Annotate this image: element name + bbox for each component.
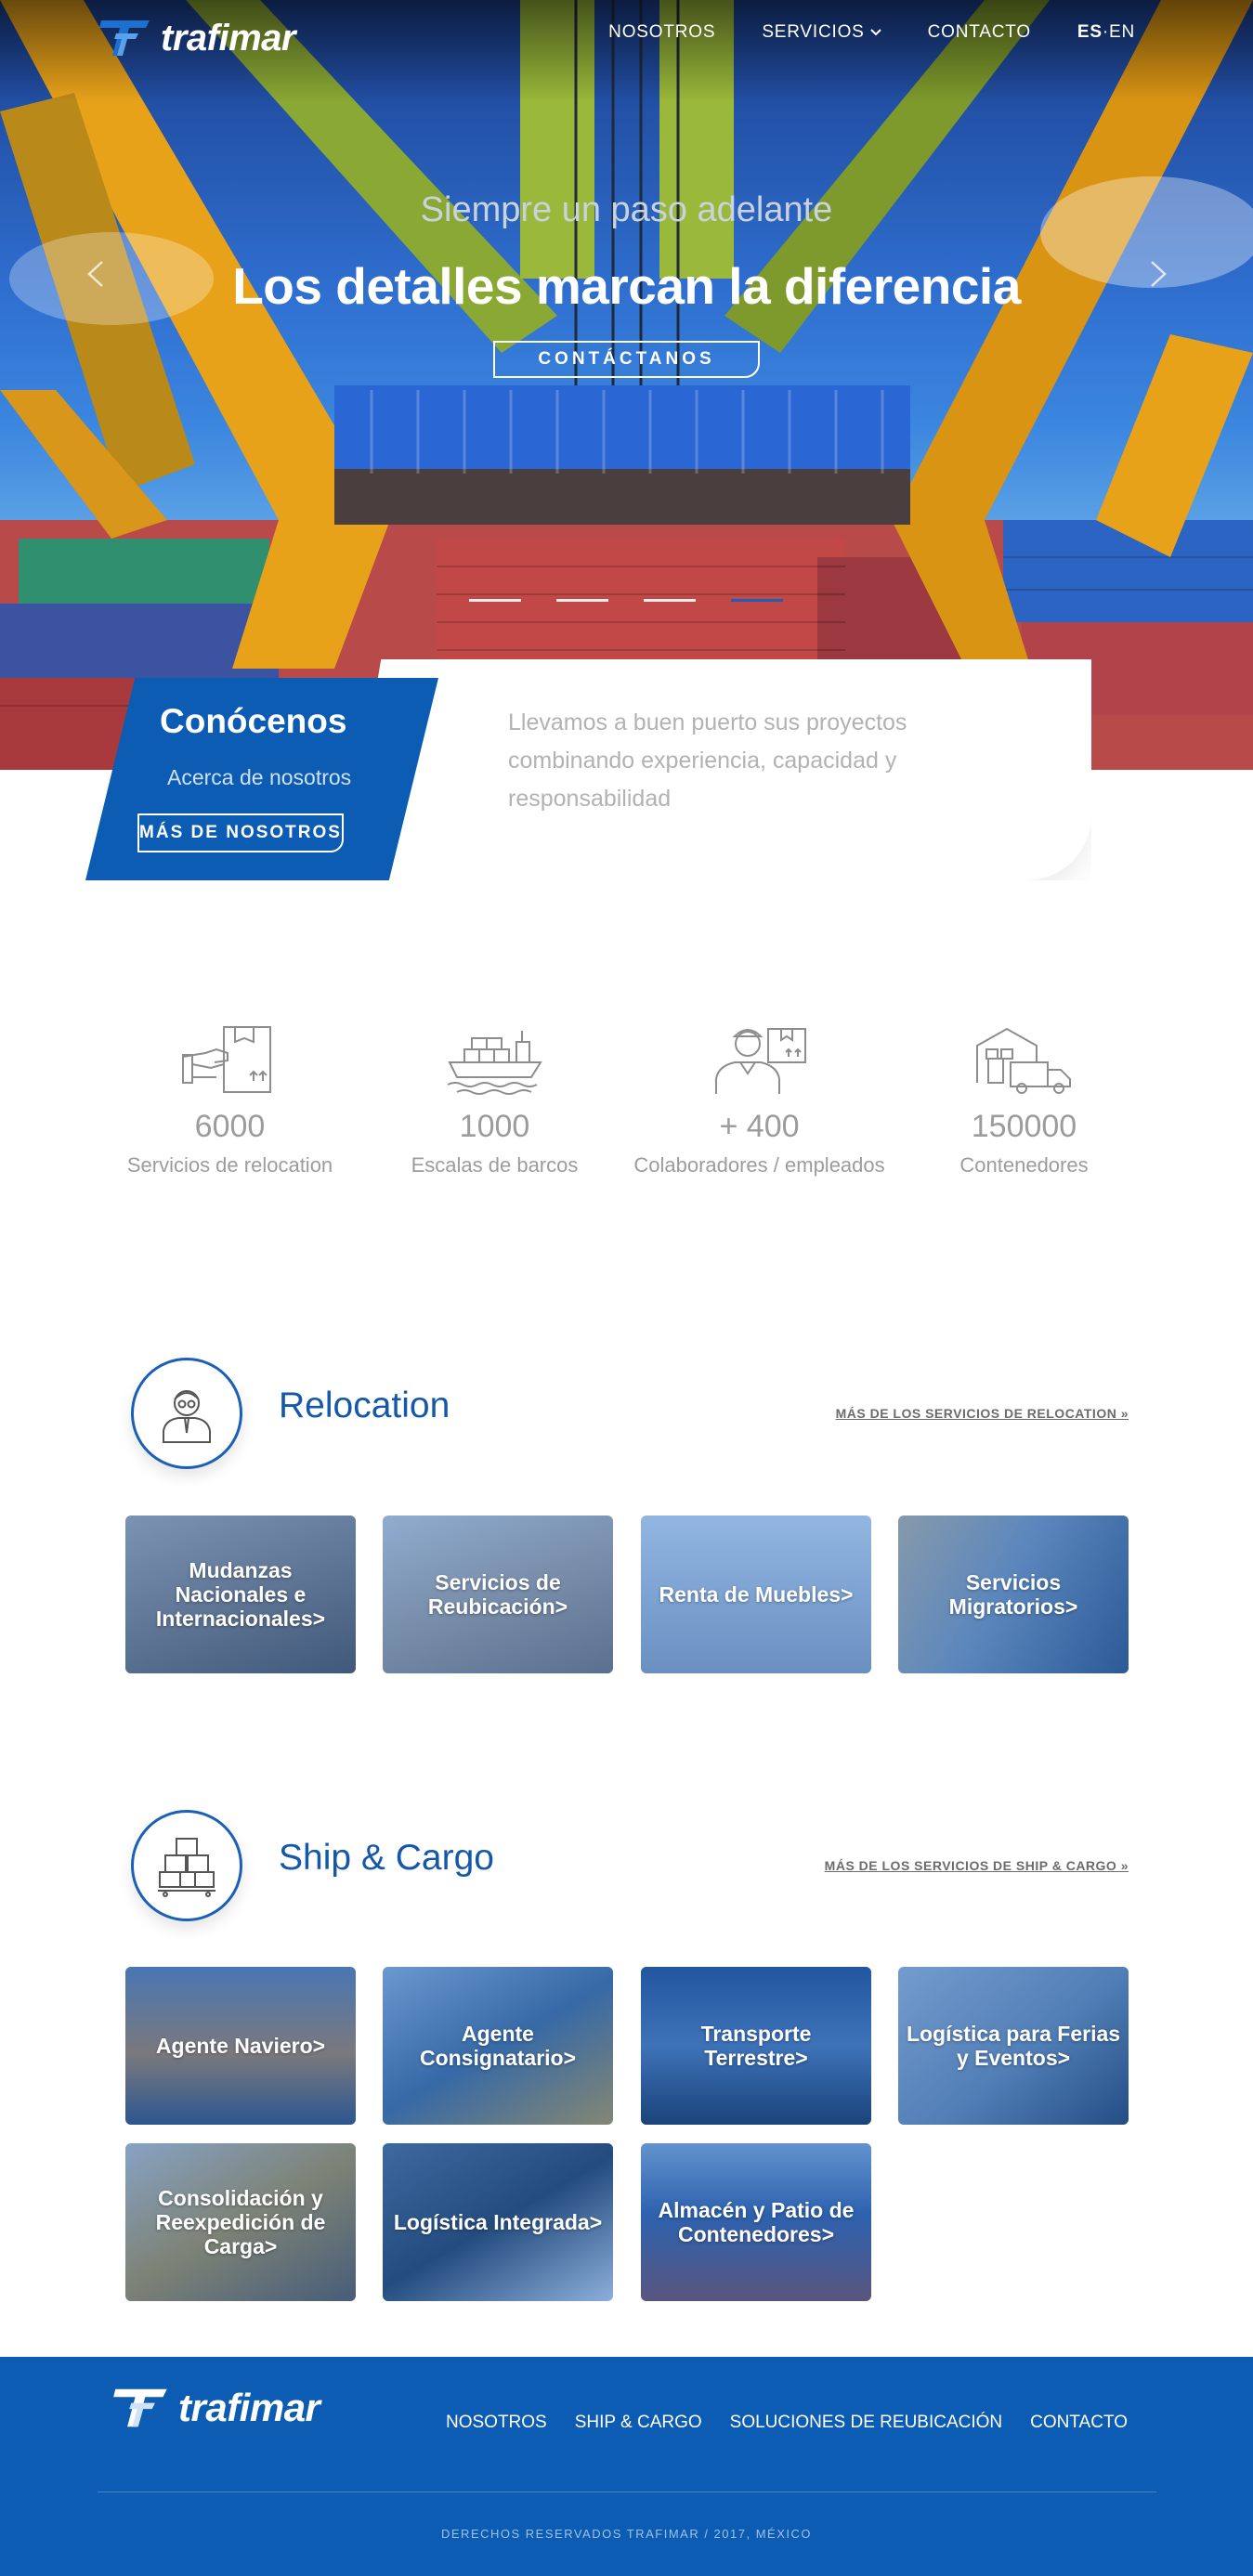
tile-reubicacion[interactable]: Servicios de Reubicación>	[383, 1516, 613, 1673]
page: trafimar NOSOTROS SERVICIOS CONTACTO ES·…	[0, 0, 1253, 2576]
footer-link-nosotros[interactable]: NOSOTROS	[446, 2413, 547, 2433]
header-logo[interactable]: trafimar	[98, 17, 295, 59]
logo-wordmark: trafimar	[161, 17, 295, 59]
tile-agente-naviero[interactable]: Agente Naviero>	[125, 1967, 356, 2125]
nav-item-servicios-label: SERVICIOS	[762, 22, 865, 42]
shipcargo-icon-circle	[131, 1810, 242, 1921]
stat-label: Colaboradores / empleados	[633, 1153, 885, 1177]
person-icon	[163, 1390, 211, 1443]
relocation-header: Relocation MÁS DE LOS SERVICIOS DE RELOC…	[125, 1358, 1129, 1488]
slider-dot[interactable]	[556, 599, 608, 602]
stat-ships: 1000 Escalas de barcos	[362, 1021, 627, 1177]
logo-wordmark: trafimar	[178, 2386, 320, 2429]
chevron-down-icon	[869, 29, 881, 36]
box-hand-icon	[181, 1026, 271, 1093]
about-subtitle: Acerca de nosotros	[167, 765, 352, 789]
tile-logistica-ferias[interactable]: Logística para Ferias y Eventos>	[898, 1967, 1129, 2125]
nav-item-servicios[interactable]: SERVICIOS	[762, 22, 881, 43]
relocation-title: Relocation	[279, 1386, 450, 1425]
trafimar-logo-icon	[113, 2388, 167, 2427]
slider-dot-active[interactable]	[731, 599, 783, 602]
relocation-more-link[interactable]: MÁS DE LOS SERVICIOS DE RELOCATION »	[836, 1406, 1129, 1421]
about-more-button[interactable]: MÁS DE NOSOTROS	[137, 813, 344, 852]
footer: trafimar NOSOTROS SHIP & CARGO SOLUCIONE…	[0, 2357, 1253, 2576]
about-title: Conócenos	[160, 702, 347, 740]
tile-label: Agente Naviero>	[155, 2034, 326, 2058]
stat-value: 6000	[194, 1109, 266, 1144]
stat-label: Contenedores	[959, 1153, 1089, 1177]
tile-label: Agente Consignatario>	[419, 2022, 577, 2070]
nav-item-contacto[interactable]: CONTACTO	[928, 22, 1031, 43]
footer-logo[interactable]: trafimar	[111, 2385, 320, 2431]
tile-consolidacion[interactable]: Consolidación y Reexpedición de Carga>	[125, 2143, 356, 2301]
hero-headline: Los detalles marcan la diferencia	[232, 257, 1021, 315]
tile-label: Consolidación y Reexpedición de Carga>	[155, 2186, 326, 2258]
stat-value: 1000	[459, 1109, 530, 1144]
footer-link-contacto[interactable]: CONTACTO	[1030, 2413, 1128, 2433]
shipcargo-title: Ship & Cargo	[279, 1838, 494, 1878]
footer-link-reubicacion[interactable]: SOLUCIONES DE REUBICACIÓN	[730, 2413, 1003, 2433]
hero-slider: trafimar NOSOTROS SERVICIOS CONTACTO ES·…	[0, 0, 1253, 770]
tile-renta-muebles[interactable]: Renta de Muebles>	[641, 1516, 871, 1673]
relocation-icon-circle	[131, 1358, 242, 1469]
footer-link-ship-cargo[interactable]: SHIP & CARGO	[575, 2413, 702, 2433]
warehouse-truck-icon	[975, 1027, 1071, 1094]
language-switch: ES·EN	[1077, 22, 1135, 43]
about-description: Llevamos a buen puerto sus proyectos com…	[508, 709, 907, 812]
tile-label: Mudanzas Nacionales e Internacionales>	[155, 1558, 326, 1631]
trafimar-logo-icon	[99, 20, 150, 56]
slider-dot[interactable]	[469, 599, 521, 602]
tile-almacen-patio[interactable]: Almacén y Patio de Contenedores>	[641, 2143, 871, 2301]
stat-label: Servicios de relocation	[126, 1153, 333, 1177]
hero-tagline: Siempre un paso adelante	[420, 190, 833, 229]
boxes-icon	[158, 1838, 215, 1897]
tile-agente-consignatario[interactable]: Agente Consignatario>	[383, 1967, 613, 2125]
stat-employees: + 400 Colaboradores / empleados	[627, 1021, 892, 1177]
tile-label: Logística para Ferias y Eventos>	[906, 2022, 1121, 2070]
tile-label: Renta de Muebles>	[659, 1582, 854, 1607]
stat-containers: 150000 Contenedores	[892, 1021, 1156, 1177]
stat-value: + 400	[719, 1109, 800, 1144]
tile-label: Servicios Migratorios>	[948, 1570, 1078, 1619]
tile-logistica-integrada[interactable]: Logística Integrada>	[383, 2143, 613, 2301]
slider-dots	[469, 599, 783, 602]
lang-separator: ·	[1102, 22, 1109, 42]
stat-relocation: 6000 Servicios de relocation	[98, 1021, 362, 1177]
hero-contact-button[interactable]: CONTÁCTANOS	[493, 341, 760, 378]
stat-value: 150000	[971, 1109, 1077, 1144]
chevron-left-icon[interactable]	[82, 260, 110, 288]
worker-icon	[714, 1028, 806, 1094]
shipcargo-header: Ship & Cargo MÁS DE LOS SERVICIOS DE SHI…	[125, 1810, 1129, 1940]
main-nav: NOSOTROS SERVICIOS CONTACTO ES·EN	[608, 22, 1135, 43]
lang-es[interactable]: ES	[1077, 22, 1103, 42]
chevron-right-icon[interactable]	[1144, 260, 1172, 288]
about-panel: Conócenos Acerca de nosotros MÁS DE NOSO…	[85, 678, 438, 880]
slider-dot[interactable]	[644, 599, 696, 602]
tile-mudanzas[interactable]: Mudanzas Nacionales e Internacionales>	[125, 1516, 356, 1673]
tile-label: Logística Integrada>	[393, 2210, 603, 2234]
tile-label: Servicios de Reubicación>	[427, 1570, 568, 1619]
lang-en[interactable]: EN	[1109, 22, 1135, 42]
shipcargo-more-link[interactable]: MÁS DE LOS SERVICIOS DE SHIP & CARGO »	[825, 1858, 1129, 1873]
tile-transporte-terrestre[interactable]: Transporte Terrestre>	[641, 1967, 871, 2125]
copyright: DERECHOS RESERVADOS TRAFIMAR / 2017, MÉX…	[441, 2527, 812, 2541]
hero-image-port-cranes	[0, 0, 1253, 770]
tile-label: Almacén y Patio de Contenedores>	[658, 2198, 855, 2246]
ship-icon	[447, 1031, 542, 1095]
stat-label: Escalas de barcos	[411, 1153, 579, 1177]
footer-divider	[98, 2491, 1156, 2492]
footer-nav: NOSOTROS SHIP & CARGO SOLUCIONES DE REUB…	[446, 2413, 1128, 2433]
stats-row: 6000 Servicios de relocation 1000 Escala…	[98, 1021, 1156, 1177]
tile-migratorios[interactable]: Servicios Migratorios>	[898, 1516, 1129, 1673]
tile-label: Transporte Terrestre>	[700, 2022, 812, 2070]
nav-item-nosotros[interactable]: NOSOTROS	[608, 22, 715, 43]
